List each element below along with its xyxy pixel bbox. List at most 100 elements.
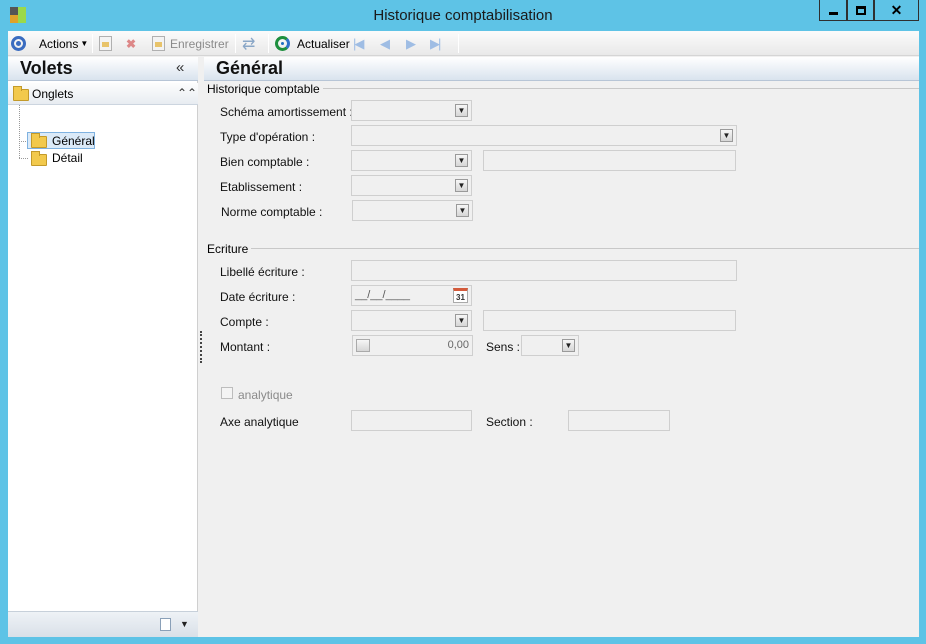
- tab-general[interactable]: Général: [27, 132, 95, 149]
- previous-icon: ◀: [380, 35, 390, 51]
- historique-group-label: Historique comptable: [207, 82, 323, 96]
- onglets-group-header[interactable]: Onglets ⌃⌃: [8, 83, 198, 105]
- refresh-icon: [275, 36, 290, 51]
- main-pane: Général Historique comptable Schéma amor…: [204, 57, 919, 637]
- chevron-double-down-icon[interactable]: ▼: [455, 104, 468, 117]
- delete-icon: ✖: [126, 36, 137, 51]
- client-area: Actions ▼ ✖ Enregistrer ⇄ Actualiser |◀ …: [8, 31, 919, 637]
- analytique-checkbox[interactable]: [221, 387, 233, 399]
- compte-label: Compte :: [220, 315, 269, 329]
- schema-label: Schéma amortissement :: [220, 105, 353, 119]
- document-icon[interactable]: [160, 618, 171, 631]
- calculator-icon[interactable]: [356, 339, 370, 352]
- chevron-double-down-icon[interactable]: ▼: [456, 204, 469, 217]
- application-window: Historique comptabilisation ✕ Actions ▼ …: [0, 0, 926, 644]
- double-chevron-up-icon: ⌃⌃: [177, 86, 198, 100]
- toolbar-separator: [92, 34, 93, 53]
- calendar-icon[interactable]: 31: [453, 288, 468, 303]
- close-button[interactable]: ✕: [874, 0, 919, 21]
- schema-combo[interactable]: ▼: [351, 100, 472, 121]
- title-bar[interactable]: Historique comptabilisation ✕: [0, 0, 926, 31]
- pane-splitter[interactable]: [200, 331, 202, 363]
- minimize-icon: [828, 11, 838, 15]
- montant-label: Montant :: [220, 340, 271, 354]
- axe-analytique-input[interactable]: [351, 410, 472, 431]
- section-label: Section :: [486, 415, 533, 429]
- toolbar-separator: [268, 34, 269, 53]
- previous-record-button[interactable]: ◀: [380, 34, 390, 53]
- window-title: Historique comptabilisation: [373, 7, 553, 24]
- new-document-icon: [99, 36, 112, 51]
- save-label: Enregistrer: [170, 36, 229, 51]
- new-button[interactable]: [99, 34, 112, 53]
- refresh-button[interactable]: Actualiser: [275, 34, 350, 53]
- tree-line: [19, 158, 28, 159]
- delete-button[interactable]: ✖: [126, 34, 136, 53]
- etablissement-label: Etablissement :: [220, 180, 303, 194]
- tab-detail-label: Détail: [52, 151, 83, 165]
- caret-down-icon[interactable]: ▼: [180, 619, 189, 629]
- compte-combo[interactable]: ▼: [351, 310, 472, 331]
- save-button[interactable]: Enregistrer: [152, 34, 229, 53]
- sync-icon: ⇄: [242, 35, 256, 53]
- onglets-label: Onglets: [32, 87, 74, 101]
- chevron-down-icon[interactable]: ▼: [720, 129, 733, 142]
- maximize-icon: [855, 5, 866, 15]
- volets-title: Volets: [20, 58, 73, 78]
- tab-general-label: Général: [52, 134, 95, 148]
- folder-icon: [31, 151, 47, 166]
- sens-combo[interactable]: ▼: [521, 335, 579, 356]
- type-operation-combo[interactable]: ▼: [351, 125, 737, 146]
- montant-input[interactable]: 0,00: [352, 335, 473, 356]
- first-icon: |◀: [353, 35, 364, 51]
- norme-comptable-label: Norme comptable :: [221, 205, 323, 219]
- collapse-pane-button[interactable]: «: [176, 59, 184, 76]
- ecriture-group-label: Ecriture: [207, 242, 252, 256]
- next-record-button[interactable]: ▶: [406, 34, 416, 53]
- date-ecriture-input[interactable]: __/__/____ 31: [351, 285, 472, 306]
- menu-ring-button[interactable]: [11, 34, 26, 53]
- etablissement-combo[interactable]: ▼: [351, 175, 472, 196]
- actions-menu-button[interactable]: Actions ▼: [39, 34, 88, 53]
- date-mask: __/__/____: [355, 289, 411, 301]
- montant-value: 0,00: [447, 339, 469, 351]
- folder-icon: [13, 86, 29, 101]
- page-title: Général: [216, 58, 284, 78]
- libelle-ecriture-input[interactable]: [351, 260, 737, 281]
- type-operation-label: Type d'opération :: [220, 130, 316, 144]
- section-header: Général: [204, 57, 919, 81]
- collapse-group-button[interactable]: ⌃⌃: [177, 86, 197, 100]
- first-record-button[interactable]: |◀: [353, 34, 364, 53]
- open-folder-icon: [31, 133, 47, 148]
- chevron-down-icon[interactable]: ▼: [562, 339, 575, 352]
- chevron-double-down-icon[interactable]: ▼: [455, 314, 468, 327]
- toolbar-separator: [235, 34, 236, 53]
- save-icon: [152, 36, 165, 51]
- last-icon: ▶|: [430, 35, 441, 51]
- bien-comptable-combo[interactable]: ▼: [351, 150, 472, 171]
- ring-icon: [11, 36, 26, 51]
- volets-header: Volets «: [8, 57, 198, 81]
- left-pane-footer: ▼: [8, 611, 198, 637]
- axe-analytique-label: Axe analytique: [220, 415, 299, 429]
- chevron-double-down-icon[interactable]: ▼: [455, 179, 468, 192]
- compte-description[interactable]: [483, 310, 736, 331]
- double-chevron-left-icon: «: [176, 59, 185, 76]
- refresh-label: Actualiser: [297, 36, 350, 51]
- maximize-button[interactable]: [847, 0, 874, 21]
- section-input[interactable]: [568, 410, 670, 431]
- last-record-button[interactable]: ▶|: [430, 34, 441, 53]
- bien-comptable-label: Bien comptable :: [220, 155, 310, 169]
- bien-comptable-description[interactable]: [483, 150, 736, 171]
- actions-label: Actions: [39, 36, 79, 51]
- minimize-button[interactable]: [819, 0, 847, 21]
- date-ecriture-label: Date écriture :: [220, 290, 296, 304]
- analytique-label: analytique: [238, 388, 293, 402]
- tab-detail[interactable]: Détail: [28, 150, 94, 167]
- toolbar-separator: [458, 34, 459, 53]
- libelle-ecriture-label: Libellé écriture :: [220, 265, 305, 279]
- group-divider: [208, 248, 919, 249]
- norme-comptable-combo[interactable]: ▼: [352, 200, 473, 221]
- chevron-double-down-icon[interactable]: ▼: [455, 154, 468, 167]
- sync-button[interactable]: ⇄: [242, 34, 255, 53]
